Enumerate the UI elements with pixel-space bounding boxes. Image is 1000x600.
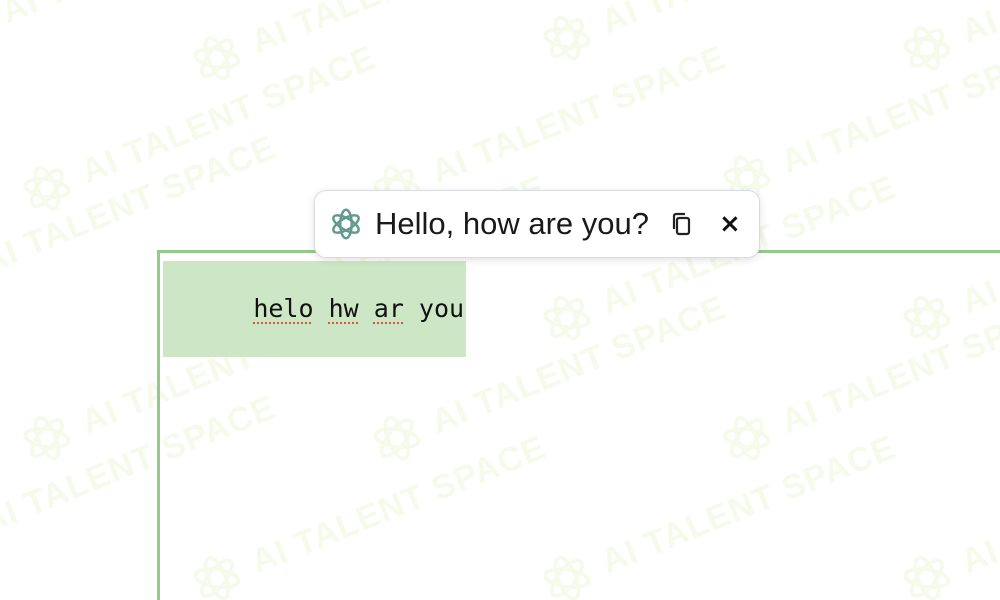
editor-text[interactable]: helo hw ar you xyxy=(163,261,467,357)
watermark-tile: AI TALENT SPACE xyxy=(529,0,905,76)
watermark-logo-icon xyxy=(903,25,951,71)
watermark-logo-icon xyxy=(23,165,71,211)
suggestion-popup: Hello, how are you? × xyxy=(314,190,760,258)
watermark-logo-icon xyxy=(193,35,241,81)
copy-button[interactable] xyxy=(667,209,697,239)
watermark-logo-icon xyxy=(23,415,71,461)
watermark-logo-icon xyxy=(0,0,5,66)
word-helo: helo xyxy=(253,294,314,323)
watermark-text: AI TALENT SPACE xyxy=(75,37,382,191)
word-hw: hw xyxy=(328,294,359,323)
openai-logo-icon xyxy=(327,205,365,243)
watermark-logo-icon xyxy=(543,15,591,61)
close-button[interactable]: × xyxy=(719,211,741,237)
watermark-text: AI TALENT SPACE xyxy=(956,0,1000,52)
watermark-text: AI TALENT SPACE xyxy=(775,27,1000,181)
watermark-tile: AI TALENT SPACE xyxy=(0,0,305,66)
watermark-tile: AI TALENT SPACE xyxy=(709,19,1000,216)
watermark-tile: AI TALENT SPACE xyxy=(889,0,1000,86)
text-editor[interactable]: helo hw ar you xyxy=(157,250,1000,600)
word-ar: ar xyxy=(373,294,404,323)
watermark-text: AI TALENT SPACE xyxy=(246,0,552,62)
watermark-text: AI TALENT SPACE xyxy=(596,0,902,42)
word-you: you xyxy=(403,294,465,323)
suggestion-text: Hello, how are you? xyxy=(375,206,649,241)
screen: AI TALENT SPACE AI TALENT SPACE AI TALENT … xyxy=(0,0,1000,600)
copy-icon xyxy=(672,212,691,236)
watermark-tile: AI TALENT SPACE xyxy=(179,0,555,96)
watermark-text: AI TALENT SPACE xyxy=(0,0,302,32)
watermark-text: AI TALENT SPACE xyxy=(425,37,732,191)
